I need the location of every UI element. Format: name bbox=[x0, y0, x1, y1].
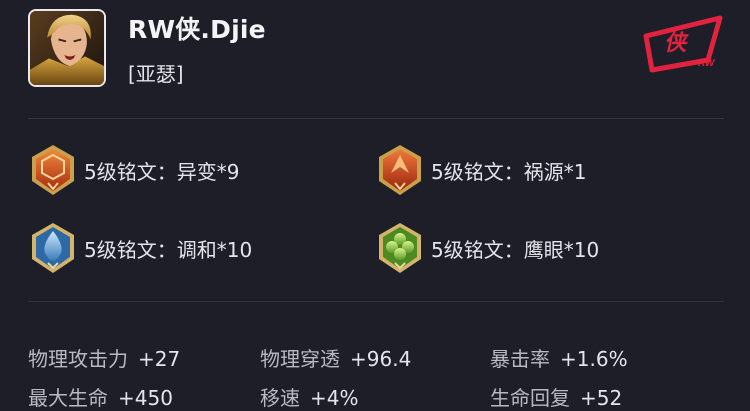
player-name: RW侠.Djie bbox=[128, 15, 266, 44]
stat-label: 生命回复 bbox=[490, 386, 570, 410]
rune-red-hex-icon bbox=[28, 143, 78, 197]
player-header: RW侠.Djie [亚瑟] 侠 RW bbox=[0, 0, 750, 118]
stat-move-speed: 移速 +4% bbox=[260, 382, 359, 411]
stat-label: 最大生命 bbox=[28, 386, 108, 410]
rune-label: 5级铭文：祸源*1 bbox=[431, 159, 587, 184]
rune-label: 5级铭文：鹰眼*10 bbox=[431, 237, 600, 262]
rune-blue-drop-icon bbox=[28, 221, 78, 275]
rune-red-shard-icon bbox=[375, 143, 425, 197]
stat-hp-regen: 生命回复 +52 bbox=[490, 382, 622, 411]
divider-top bbox=[28, 118, 724, 119]
stat-physical-penetration: 物理穿透 +96.4 bbox=[260, 343, 411, 372]
rune-green-clover-icon bbox=[375, 221, 425, 275]
hero-portrait-icon bbox=[30, 11, 104, 85]
stat-label: 移速 bbox=[260, 386, 300, 410]
rune-item-yingyan[interactable]: 5级铭文：鹰眼*10 bbox=[375, 221, 599, 275]
svg-text:侠: 侠 bbox=[663, 29, 691, 55]
stat-label: 物理穿透 bbox=[260, 347, 340, 371]
divider-bottom bbox=[28, 301, 724, 302]
svg-text:RW: RW bbox=[698, 58, 716, 69]
stat-value: +96.4 bbox=[350, 347, 412, 371]
stat-physical-attack: 物理攻击力 +27 bbox=[28, 343, 180, 372]
rune-label: 5级铭文：调和*10 bbox=[84, 237, 253, 262]
stat-value: +4% bbox=[310, 386, 359, 410]
hero-avatar[interactable] bbox=[28, 9, 106, 87]
stat-value: +450 bbox=[118, 386, 173, 410]
hero-name: [亚瑟] bbox=[128, 62, 184, 86]
stat-value: +1.6% bbox=[560, 347, 628, 371]
rune-label: 5级铭文：异变*9 bbox=[84, 159, 240, 184]
rune-item-tiaohe[interactable]: 5级铭文：调和*10 bbox=[28, 221, 252, 275]
rune-item-huoyuan[interactable]: 5级铭文：祸源*1 bbox=[375, 143, 586, 197]
stat-crit-rate: 暴击率 +1.6% bbox=[490, 343, 628, 372]
team-logo-icon: 侠 RW bbox=[642, 14, 724, 74]
stat-label: 暴击率 bbox=[490, 347, 550, 371]
rune-item-yibian[interactable]: 5级铭文：异变*9 bbox=[28, 143, 239, 197]
stat-value: +27 bbox=[138, 347, 181, 371]
stat-max-hp: 最大生命 +450 bbox=[28, 382, 173, 411]
stat-label: 物理攻击力 bbox=[28, 347, 128, 371]
stat-value: +52 bbox=[580, 386, 623, 410]
